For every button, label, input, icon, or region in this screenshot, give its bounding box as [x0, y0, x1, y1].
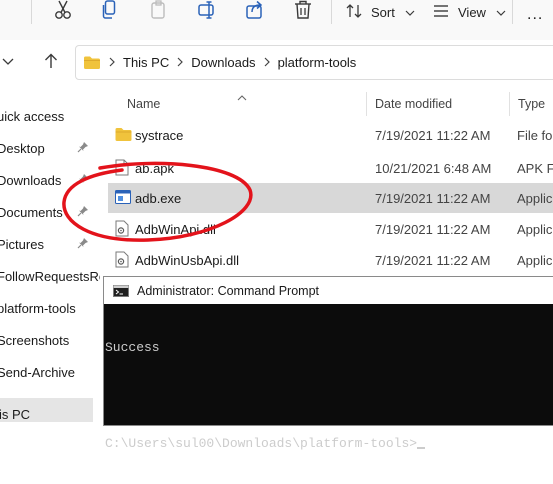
toolbar-divider — [31, 0, 32, 24]
column-divider[interactable] — [366, 92, 367, 116]
file-name: systrace — [135, 127, 184, 143]
paste-icon[interactable] — [150, 0, 172, 22]
nav-item-label: Screenshots — [0, 332, 70, 348]
file-date: 7/19/2021 11:22 AM — [375, 252, 491, 268]
breadcrumb-chevron-icon[interactable] — [264, 55, 270, 70]
column-header-type[interactable]: Type — [518, 97, 545, 119]
chevron-down-icon — [496, 5, 506, 20]
nav-item-label: uick access — [0, 108, 65, 124]
nav-item-screenshots[interactable]: Screenshots — [0, 324, 95, 356]
cut-icon[interactable] — [54, 0, 76, 22]
nav-item-label: Pictures — [0, 236, 44, 252]
rename-icon[interactable] — [198, 0, 220, 22]
cmd-icon — [113, 284, 129, 297]
view-button[interactable]: View — [433, 0, 506, 24]
dll-icon — [115, 251, 130, 271]
nav-item-followrequestsren[interactable]: FollowRequestsRen — [0, 260, 100, 292]
command-prompt-title: Administrator: Command Prompt — [137, 283, 320, 298]
nav-item-label: Documents — [0, 204, 63, 220]
console-line: Success — [105, 340, 160, 355]
annotation-ellipse — [60, 160, 256, 249]
console-prompt-line: C:\Users\sul00\Downloads\platform-tools> — [105, 436, 553, 452]
folder-icon — [115, 127, 132, 145]
view-label: View — [458, 4, 486, 20]
navigation-pane: uick access Desktop Downloads Documents … — [0, 92, 100, 422]
pin-icon — [77, 141, 89, 156]
view-icon — [433, 4, 449, 21]
nav-item-label: platform-tools — [0, 300, 76, 316]
nav-item-label: FollowRequestsRen — [0, 268, 100, 284]
file-date: 7/19/2021 11:22 AM — [375, 127, 491, 143]
folder-icon — [83, 55, 101, 70]
breadcrumb-downloads[interactable]: Downloads — [191, 55, 255, 70]
console-prompt: C:\Users\sul00\Downloads\platform-tools> — [105, 436, 418, 451]
file-type: APK Fi — [517, 160, 553, 176]
nav-item-platform-tools[interactable]: platform-tools — [0, 292, 95, 324]
file-row-adbwinusbapi-dll[interactable]: AdbWinUsbApi.dll 7/19/2021 11:22 AM Appl… — [108, 245, 553, 275]
nav-item-send-archive[interactable]: Send-Archive — [0, 356, 95, 388]
breadcrumb-chevron-icon[interactable] — [177, 55, 184, 70]
copy-icon[interactable] — [102, 0, 124, 22]
share-icon[interactable] — [246, 0, 268, 22]
up-arrow-icon[interactable] — [44, 53, 58, 74]
breadcrumb-chevron-icon[interactable] — [109, 55, 115, 70]
file-date: 7/19/2021 11:22 AM — [375, 190, 491, 206]
file-type: Applic — [517, 252, 553, 268]
more-options-button[interactable]: ... — [527, 6, 543, 24]
console-output[interactable]: Success C:\Users\sul00\Downloads\platfor… — [104, 304, 553, 484]
file-row-systrace[interactable]: systrace 7/19/2021 11:22 AM File fol — [108, 120, 553, 150]
file-date: 7/19/2021 11:22 AM — [375, 221, 491, 237]
file-type: Applic — [517, 221, 553, 237]
column-header-date-modified[interactable]: Date modified — [375, 97, 452, 119]
nav-item-label: Downloads — [0, 172, 62, 188]
sort-label: Sort — [371, 4, 395, 20]
recent-locations-chevron-icon[interactable] — [2, 52, 14, 70]
sort-icon — [346, 3, 362, 22]
command-prompt-titlebar[interactable]: Administrator: Command Prompt — [104, 277, 553, 304]
file-name: AdbWinUsbApi.dll — [135, 252, 240, 268]
chevron-down-icon — [405, 5, 415, 20]
nav-item-this-pc[interactable]: is PC — [0, 398, 93, 422]
nav-item-label: is PC — [0, 406, 31, 422]
column-header-name[interactable]: Name — [127, 97, 160, 119]
breadcrumb-platform-tools[interactable]: platform-tools — [278, 55, 357, 70]
file-type: Applic — [517, 190, 553, 206]
address-bar[interactable]: This PC Downloads platform-tools — [75, 45, 553, 80]
delete-icon[interactable] — [294, 0, 316, 22]
column-divider[interactable] — [509, 92, 510, 116]
nav-item-label: Desktop — [0, 140, 45, 156]
command-prompt-window[interactable]: Administrator: Command Prompt Success C:… — [103, 276, 553, 451]
breadcrumb-this-pc[interactable]: This PC — [123, 55, 169, 70]
file-date: 10/21/2021 6:48 AM — [375, 160, 492, 176]
command-bar: Sort View ... — [0, 0, 553, 40]
file-type: File fol — [517, 127, 553, 143]
nav-item-quick-access[interactable]: uick access — [0, 100, 95, 132]
toolbar-divider — [512, 0, 513, 24]
sort-ascending-caret-icon — [237, 88, 247, 106]
nav-item-label: Send-Archive — [0, 364, 76, 380]
toolbar-divider — [331, 0, 332, 24]
text-cursor — [417, 447, 426, 449]
sort-button[interactable]: Sort — [346, 0, 415, 24]
